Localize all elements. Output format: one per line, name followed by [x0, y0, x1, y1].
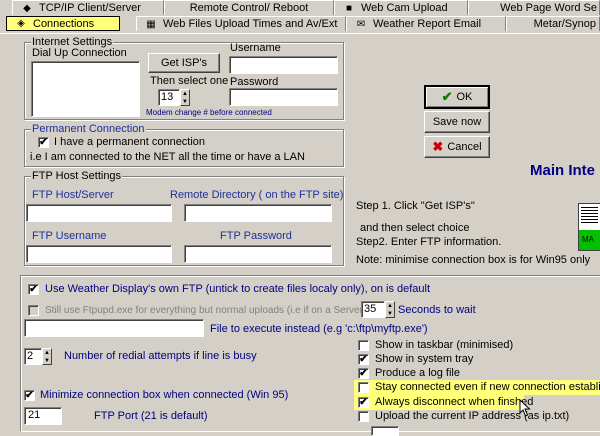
close-icon: ✖: [432, 139, 444, 154]
permanent-connection-checkbox[interactable]: ✔: [38, 137, 49, 148]
tab-web-page-word[interactable]: Web Page Word Se: [468, 0, 600, 15]
tab-label: Metar/Synop: [533, 18, 596, 30]
modem-spin-button[interactable]: ▲ ▼: [180, 89, 190, 106]
cancel-button[interactable]: ✖ Cancel: [424, 136, 490, 158]
email-icon: ✉: [356, 18, 366, 30]
upload-ip-checkbox[interactable]: [358, 411, 369, 422]
step2-text: Step2. Enter FTP information.: [356, 236, 502, 248]
button-label: Save now: [432, 116, 482, 128]
redial-label: Number of redial attempts if line is bus…: [64, 350, 257, 362]
tab-remote-control[interactable]: Remote Control/ Reboot: [164, 0, 334, 15]
get-isps-button[interactable]: Get ISP's: [148, 53, 220, 73]
stay-connected-label: Stay connected even if new connection es…: [375, 381, 600, 393]
still-use-ftpupd-checkbox[interactable]: [28, 305, 39, 316]
use-own-ftp-checkbox[interactable]: ✔: [28, 284, 39, 295]
button-label: OK: [456, 91, 473, 103]
modem-number-input[interactable]: 13: [158, 89, 180, 106]
tab-web-cam[interactable]: ■ Web Cam Upload: [334, 0, 468, 15]
tab-label: Web Cam Upload: [361, 2, 448, 14]
still-use-ftpupd-label: Still use Ftpupd.exe for everything but …: [45, 305, 367, 316]
password-input[interactable]: [229, 88, 338, 106]
tab-label: TCP/IP Client/Server: [39, 2, 141, 14]
permanent-connection-note: i.e I am connected to the NET all the ti…: [30, 151, 305, 163]
minimize-checkbox[interactable]: ✔: [24, 390, 35, 401]
use-own-ftp-label: Use Weather Display's own FTP (untick to…: [45, 283, 431, 295]
produce-log-label: Produce a log file: [375, 367, 460, 379]
show-taskbar-label: Show in taskbar (minimised): [375, 339, 514, 351]
tab-tcpip[interactable]: ◆ TCP/IP Client/Server: [12, 0, 164, 15]
ma-label: MA: [582, 235, 594, 244]
stay-connected-checkbox[interactable]: [358, 382, 369, 393]
redial-spin-button[interactable]: ▲ ▼: [42, 348, 52, 365]
ftp-password-label: FTP Password: [220, 230, 292, 242]
dial-up-listbox[interactable]: [31, 61, 140, 117]
dial-up-label: Dial Up Connection: [32, 47, 127, 59]
tab-label: Weather Report Email: [373, 18, 482, 30]
always-disconnect-label: Always disconnect when finshed: [375, 396, 534, 408]
tab-metar-synop[interactable]: Metar/Synop: [506, 16, 600, 31]
tab-weather-report-email[interactable]: ✉ Weather Report Email: [346, 16, 506, 31]
username-label: Username: [230, 42, 281, 54]
ftp-username-input[interactable]: [26, 245, 172, 263]
tab-label: Web Page Word Se: [500, 2, 597, 14]
tab-divider: [0, 33, 600, 34]
ftp-password-input[interactable]: [184, 245, 332, 263]
calendar-icon: ▦: [146, 18, 156, 30]
remote-directory-input[interactable]: [184, 204, 332, 222]
ftp-username-label: FTP Username: [32, 230, 107, 242]
partial-bottom-input[interactable]: [371, 426, 399, 436]
mouse-cursor-icon: [519, 399, 531, 417]
ok-button[interactable]: ✔ OK: [424, 85, 490, 109]
then-select-label: Then select one: [150, 75, 229, 87]
file-execute-label: File to execute instead (e.g 'c:\ftp\myf…: [210, 323, 428, 335]
redial-input[interactable]: 2: [24, 348, 42, 365]
ma-indicator: MA: [579, 230, 600, 250]
tab-connections[interactable]: ◈ Connections: [6, 16, 120, 31]
file-execute-input[interactable]: [24, 319, 204, 337]
tab-label: Web Files Upload Times and Av/Ext: [163, 18, 338, 30]
username-input[interactable]: [229, 56, 338, 74]
remote-directory-label: Remote Directory ( on the FTP site): [170, 189, 344, 201]
status-lines: [581, 207, 598, 225]
upload-ip-label: Upload the current IP address (as ip.txt…: [375, 410, 570, 422]
button-label: Cancel: [447, 141, 482, 153]
seconds-value: 35: [364, 303, 377, 315]
connections-icon: ◈: [17, 18, 25, 29]
seconds-wait-label: Seconds to wait: [398, 304, 476, 316]
ftp-port-label: FTP Port (21 is default): [94, 410, 208, 422]
minimize-label: Minimize connection box when connected (…: [40, 389, 289, 401]
group-title: Permanent Connection: [31, 123, 146, 136]
camera-icon: ■: [345, 2, 353, 14]
button-label: Get ISP's: [160, 57, 208, 69]
main-internet-title: Main Inte: [530, 162, 596, 179]
then-select-text: and then select choice: [360, 222, 470, 234]
ftp-host-label: FTP Host/Server: [32, 189, 114, 201]
tab-label: Connections: [33, 17, 95, 30]
network-icon: ◆: [23, 2, 31, 14]
step1-text: Step 1. Click "Get ISP's": [356, 200, 475, 212]
win95-note: Note: minimise connection box is for Win…: [356, 254, 591, 266]
permanent-connection-label: I have a permanent connection: [54, 136, 206, 148]
seconds-spin-button[interactable]: ▲ ▼: [385, 301, 395, 318]
checkmark-icon: ✔: [441, 89, 453, 104]
seconds-wait-input[interactable]: 35: [361, 301, 385, 318]
produce-log-checkbox[interactable]: ✔: [358, 368, 369, 379]
group-title: FTP Host Settings: [31, 170, 123, 183]
modem-value: 13: [161, 91, 174, 103]
ftp-host-input[interactable]: [26, 204, 172, 222]
redial-value: 2: [27, 350, 34, 362]
tab-label: Remote Control/ Reboot: [189, 2, 309, 14]
tab-web-files-upload[interactable]: ▦ Web Files Upload Times and Av/Ext: [136, 16, 346, 31]
ftp-port-input[interactable]: 21: [24, 407, 62, 425]
show-tray-checkbox[interactable]: ✔: [358, 354, 369, 365]
modem-note: Modem change # before connected: [146, 108, 272, 117]
status-panel: MA: [578, 203, 600, 251]
always-disconnect-checkbox[interactable]: ✔: [358, 397, 369, 408]
save-now-button[interactable]: Save now: [424, 111, 490, 133]
ftp-port-value: 21: [28, 409, 41, 421]
show-taskbar-checkbox[interactable]: [358, 340, 369, 351]
show-tray-label: Show in system tray: [375, 353, 474, 365]
